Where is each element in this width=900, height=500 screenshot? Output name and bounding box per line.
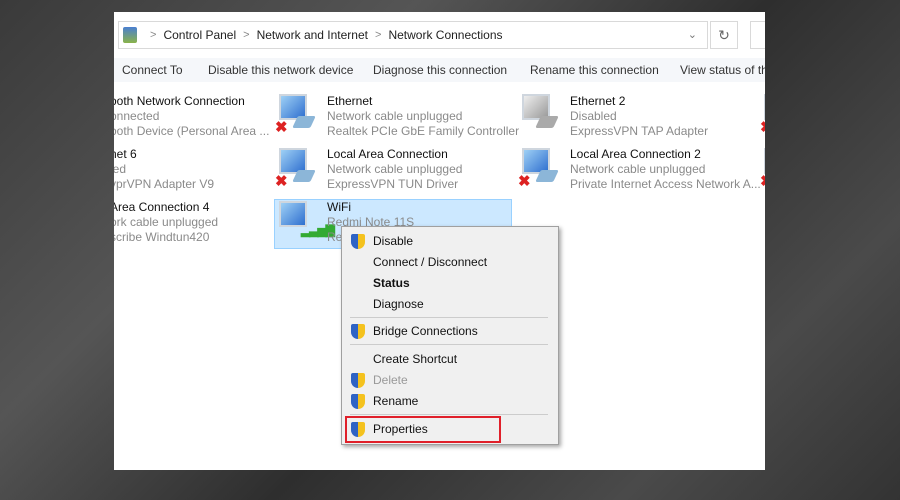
connection-device: Private Internet Access Network A... [570, 177, 761, 191]
menu-item-create-shortcut[interactable]: Create Shortcut [373, 349, 553, 369]
breadcrumb-control-panel[interactable]: Control Panel [163, 28, 236, 42]
connection-ethernet[interactable]: Ethernet Network cable unplugged Realtek P… [327, 94, 519, 139]
breadcrumb-network-connections[interactable]: Network Connections [388, 28, 502, 42]
connection-name: ooth Network Connection [114, 94, 245, 108]
menu-item-connect-disconnect[interactable]: Connect / Disconnect [373, 252, 553, 272]
connection-status: Disabled [570, 109, 617, 123]
disable-device-button[interactable]: Disable this network device [208, 63, 353, 77]
connection-name: net 6 [114, 147, 137, 161]
connection-name: Ethernet 2 [570, 94, 626, 108]
connection-status: ork cable unplugged [114, 215, 219, 229]
address-bar[interactable]: > Control Panel > Network and Internet >… [118, 21, 708, 49]
diagnose-button[interactable]: Diagnose this connection [373, 63, 507, 77]
connection-name: Local Area Connection [327, 147, 448, 161]
connection-device: scribe Windtun420 [114, 230, 210, 244]
properties-highlight-box [345, 416, 501, 443]
network-adapter-icon: ✖ [760, 146, 765, 190]
menu-item-rename[interactable]: Rename [373, 391, 553, 411]
connection-lac4[interactable]: Area Connection 4 ork cable unplugged scri… [114, 200, 218, 245]
rename-button[interactable]: Rename this connection [530, 63, 659, 77]
network-adapter-icon: ✖ [275, 92, 319, 136]
connection-local-area-2[interactable]: Local Area Connection 2 Network cable unp… [570, 147, 761, 192]
connect-to-button[interactable]: Connect To [122, 63, 183, 77]
menu-separator [350, 317, 548, 318]
menu-item-status[interactable]: Status [373, 273, 553, 293]
connection-status: Network cable unplugged [327, 162, 463, 176]
uac-shield-icon [351, 394, 365, 409]
menu-item-delete: Delete [373, 373, 408, 387]
network-adapter-icon: ✖ [275, 146, 319, 190]
search-input[interactable] [750, 21, 765, 49]
uac-shield-icon [351, 324, 365, 339]
menu-item-disable[interactable]: Disable [373, 231, 553, 251]
connection-device: ExpressVPN TAP Adapter [570, 124, 709, 138]
connection-name: Ethernet [327, 94, 373, 108]
connection-net6[interactable]: net 6ledyprVPN Adapter V9 [114, 147, 214, 192]
breadcrumb-network-and-internet[interactable]: Network and Internet [257, 28, 368, 42]
connection-bluetooth[interactable]: ooth Network Connection onnected ooth Devi… [114, 94, 269, 139]
connection-device: yprVPN Adapter V9 [114, 177, 215, 191]
view-status-button[interactable]: View status of this connection [680, 63, 765, 77]
connection-name: Local Area Connection 2 [570, 147, 701, 161]
chevron-right-icon: > [375, 29, 382, 41]
refresh-button[interactable]: ↻ [710, 21, 738, 49]
connection-status: Network cable unplugged [570, 162, 706, 176]
connection-device: ExpressVPN TUN Driver [327, 177, 459, 191]
connection-status: onnected [114, 109, 160, 123]
network-adapter-icon: ✖ [760, 92, 765, 136]
network-adapter-icon: ✖ [518, 146, 562, 190]
menu-separator [350, 344, 548, 345]
command-bar: Connect To Disable this network device D… [114, 58, 765, 82]
menu-item-bridge-connections[interactable]: Bridge Connections [373, 321, 553, 341]
connection-ethernet2[interactable]: Ethernet 2 Disabled ExpressVPN TAP Adapter [570, 94, 708, 139]
uac-shield-icon [351, 373, 365, 388]
network-adapter-disabled-icon [518, 92, 562, 136]
chevron-down-icon[interactable]: ⌄ [688, 28, 697, 41]
chevron-right-icon: > [150, 29, 157, 41]
chevron-right-icon: > [243, 29, 250, 41]
connection-name: WiFi [327, 200, 351, 214]
connection-device: ooth Device (Personal Area ... [114, 124, 270, 138]
menu-separator [350, 414, 548, 415]
connection-local-area[interactable]: Local Area Connection Network cable unplu… [327, 147, 462, 192]
connection-status: Network cable unplugged [327, 109, 463, 123]
uac-shield-icon [351, 234, 365, 249]
context-menu: Disable Connect / Disconnect Status Diag… [341, 226, 559, 445]
menu-item-diagnose[interactable]: Diagnose [373, 294, 553, 314]
connection-name: Area Connection 4 [114, 200, 210, 214]
wifi-adapter-icon: ▂▃▅▇ [275, 199, 335, 243]
control-panel-icon [123, 27, 137, 43]
connection-device: Realtek PCIe GbE Family Controller [327, 124, 520, 138]
connection-status: led [114, 162, 127, 176]
